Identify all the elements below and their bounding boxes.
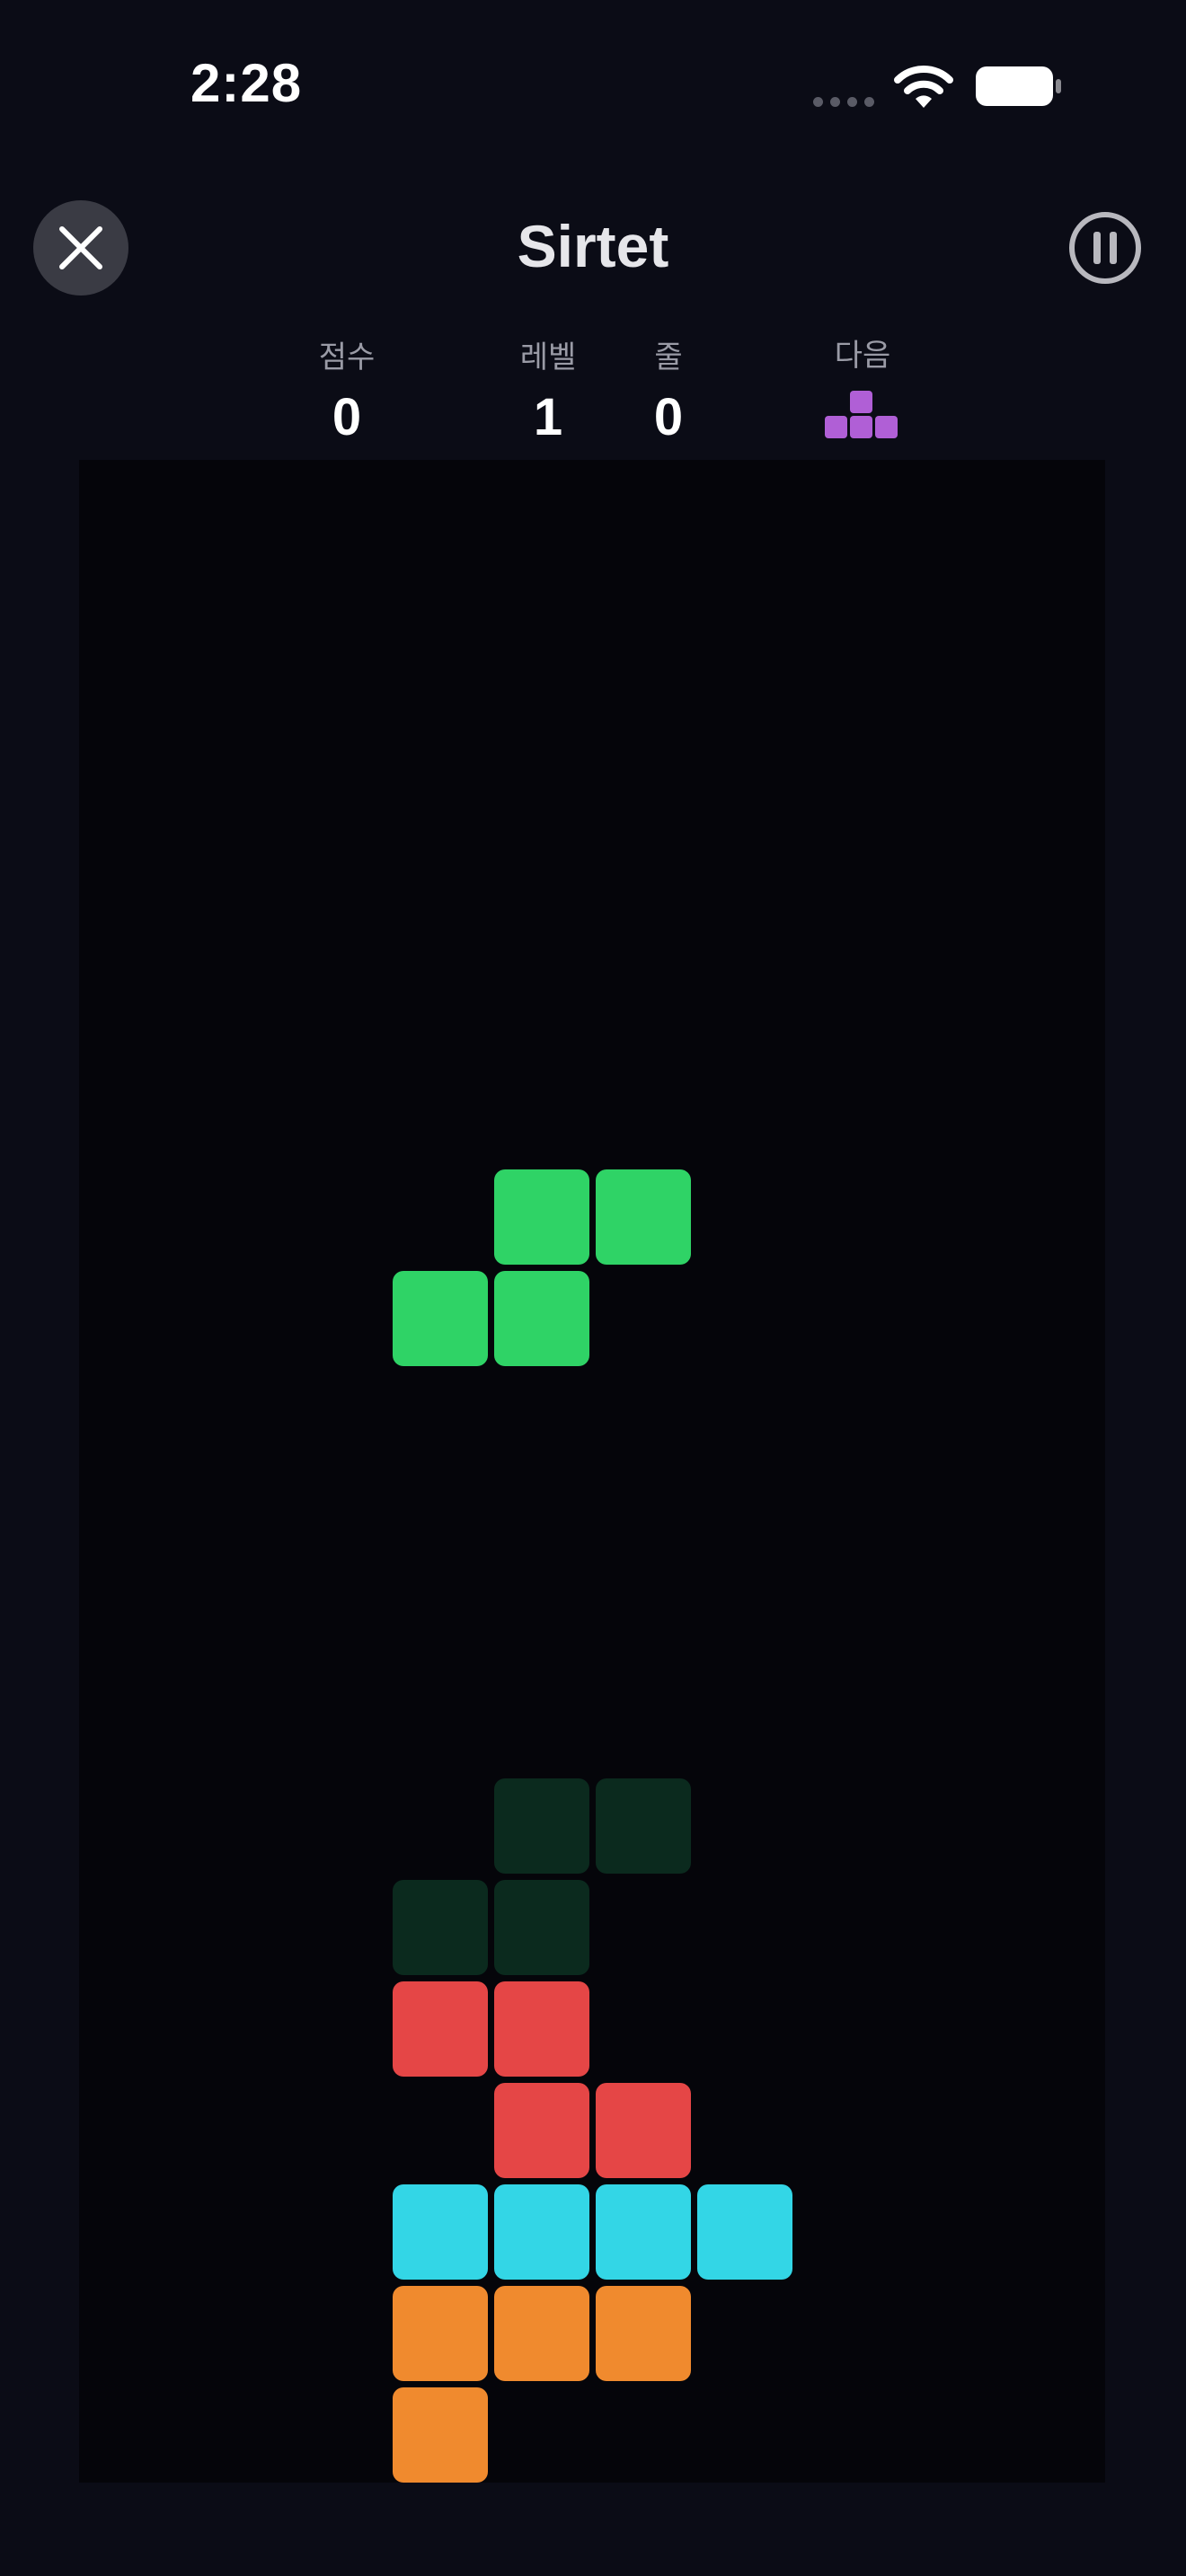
locked-block: [494, 1981, 589, 2077]
locked-block: [596, 2184, 691, 2280]
lines-value: 0: [653, 388, 684, 446]
locked-block: [494, 2286, 589, 2381]
locked-block: [393, 2286, 488, 2381]
locked-block: [596, 2083, 691, 2178]
game-screen: 2:28 Sirtet 점수 0 레벨 1 줄 0 다음: [0, 0, 1186, 2576]
game-title: Sirtet: [517, 213, 669, 279]
status-time: 2:28: [190, 53, 303, 113]
locked-block: [494, 2083, 589, 2178]
active-piece-cell: [494, 1169, 589, 1265]
locked-block: [393, 2387, 488, 2483]
ghost-piece-cell: [494, 1778, 589, 1874]
wifi-icon: [894, 66, 953, 108]
lines-label: 줄: [654, 340, 683, 375]
score-stat: 점수 0: [275, 332, 419, 447]
score-value: 0: [332, 388, 362, 446]
active-piece-cell: [393, 1271, 488, 1366]
ghost-piece-cell: [393, 1880, 488, 1975]
locked-block: [393, 2184, 488, 2280]
next-piece-cell: [825, 416, 847, 438]
game-board[interactable]: [79, 460, 1105, 2483]
locked-block: [494, 2184, 589, 2280]
battery-icon: [976, 66, 1061, 106]
next-piece-cell: [850, 416, 872, 438]
locked-block: [596, 2286, 691, 2381]
next-piece-cell: [875, 416, 898, 438]
next-piece-preview: 다음: [791, 331, 934, 441]
score-label: 점수: [318, 340, 376, 375]
locked-block: [697, 2184, 792, 2280]
ghost-piece-cell: [494, 1880, 589, 1975]
pause-button[interactable]: [1067, 210, 1143, 286]
locked-block: [393, 1981, 488, 2077]
cellular-signal-icon: [813, 97, 874, 107]
active-piece-cell: [596, 1169, 691, 1265]
close-button[interactable]: [33, 200, 128, 296]
lines-stat: 줄 0: [597, 332, 740, 447]
close-icon: [59, 226, 102, 269]
next-piece-t: [825, 391, 900, 441]
next-label: 다음: [834, 338, 891, 374]
next-piece-cell: [850, 391, 872, 413]
ghost-piece-cell: [596, 1778, 691, 1874]
active-piece-cell: [494, 1271, 589, 1366]
